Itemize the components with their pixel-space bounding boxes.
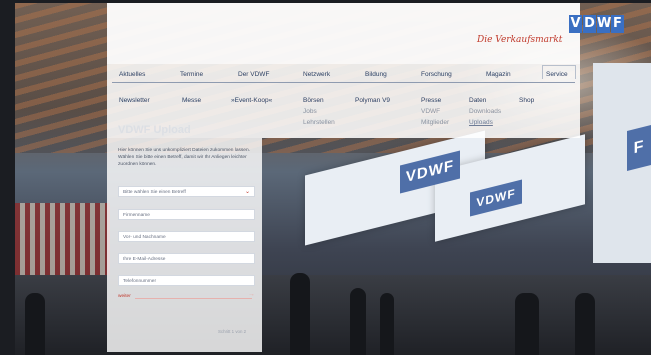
chevron-down-icon: ⌄ [244, 189, 250, 195]
subnav-jobs[interactable]: Jobs [303, 108, 317, 115]
subnav-lehrstellen[interactable]: Lehrstellen [303, 119, 335, 126]
name-field[interactable]: Vor- und Nachname [118, 231, 255, 242]
nav-divider [112, 82, 575, 83]
subnav-presse[interactable]: Presse [421, 97, 441, 104]
subnav-vdwf[interactable]: VDWF [421, 108, 440, 115]
subnav-polyman[interactable]: Polyman V9 [355, 97, 390, 104]
step-indicator: Schritt 1 von 2 [218, 329, 247, 334]
email-field[interactable]: Ihre E-Mail-Adresse [118, 253, 255, 264]
logo-letter: F [611, 15, 624, 33]
nav-item-service[interactable]: Service [546, 71, 568, 78]
subnav-daten[interactable]: Daten [469, 97, 486, 104]
visitor [25, 293, 45, 355]
arrow-right-icon[interactable]: → [248, 291, 255, 298]
site-header: VDWF Die Verkaufsmarkt [107, 3, 624, 64]
logo-letter: V [569, 15, 582, 33]
nav-item-magazin[interactable]: Magazin [486, 71, 511, 78]
form-intro: Hier können Sie uns unkompliziert Dateie… [118, 148, 250, 167]
subnav-newsletter[interactable]: Newsletter [119, 97, 150, 104]
nav-item-aktuelles[interactable]: Aktuelles [119, 71, 145, 78]
visitor [380, 293, 394, 355]
nav-item-der-vdwf[interactable]: Der VDWF [238, 71, 269, 78]
subject-select-value: Bitte wählen Sie einen Betreff [123, 190, 186, 195]
subnav-shop[interactable]: Shop [519, 97, 534, 104]
exhibition-stand-left [15, 203, 110, 283]
nav-item-forschung[interactable]: Forschung [421, 71, 452, 78]
nav-item-bildung[interactable]: Bildung [365, 71, 387, 78]
vdwf-logo[interactable]: VDWF [569, 14, 629, 34]
nav-item-termine[interactable]: Termine [180, 71, 203, 78]
subnav-mitglieder[interactable]: Mitglieder [421, 119, 449, 126]
subnav-boersen[interactable]: Börsen [303, 97, 324, 104]
subject-select[interactable]: Bitte wählen Sie einen Betreff ⌄ [118, 186, 255, 197]
next-line [135, 298, 252, 299]
booth-sign: F [627, 125, 651, 171]
logo-tagline: Die Verkaufsmarkt [477, 35, 563, 45]
phone-field[interactable]: Telefonnummer [118, 275, 255, 286]
next-button[interactable]: weiter [118, 294, 131, 299]
visitor [350, 288, 366, 355]
subnav-downloads[interactable]: Downloads [469, 108, 501, 115]
logo-letter: W [597, 15, 612, 33]
subnav-uploads[interactable]: Uploads [469, 119, 493, 126]
visitor [515, 293, 539, 355]
subnav-messe[interactable]: Messe [182, 97, 201, 104]
upload-form-panel: VDWF Upload Hier können Sie uns unkompli… [107, 124, 262, 352]
nav-item-netzwerk[interactable]: Netzwerk [303, 71, 330, 78]
form-title: VDWF Upload [118, 124, 191, 136]
company-field[interactable]: Firmenname [118, 209, 255, 220]
subnav-event-koop[interactable]: »Event-Koop« [231, 97, 272, 104]
visitor [575, 293, 595, 355]
logo-letter: D [583, 15, 596, 33]
visitor [290, 273, 310, 355]
